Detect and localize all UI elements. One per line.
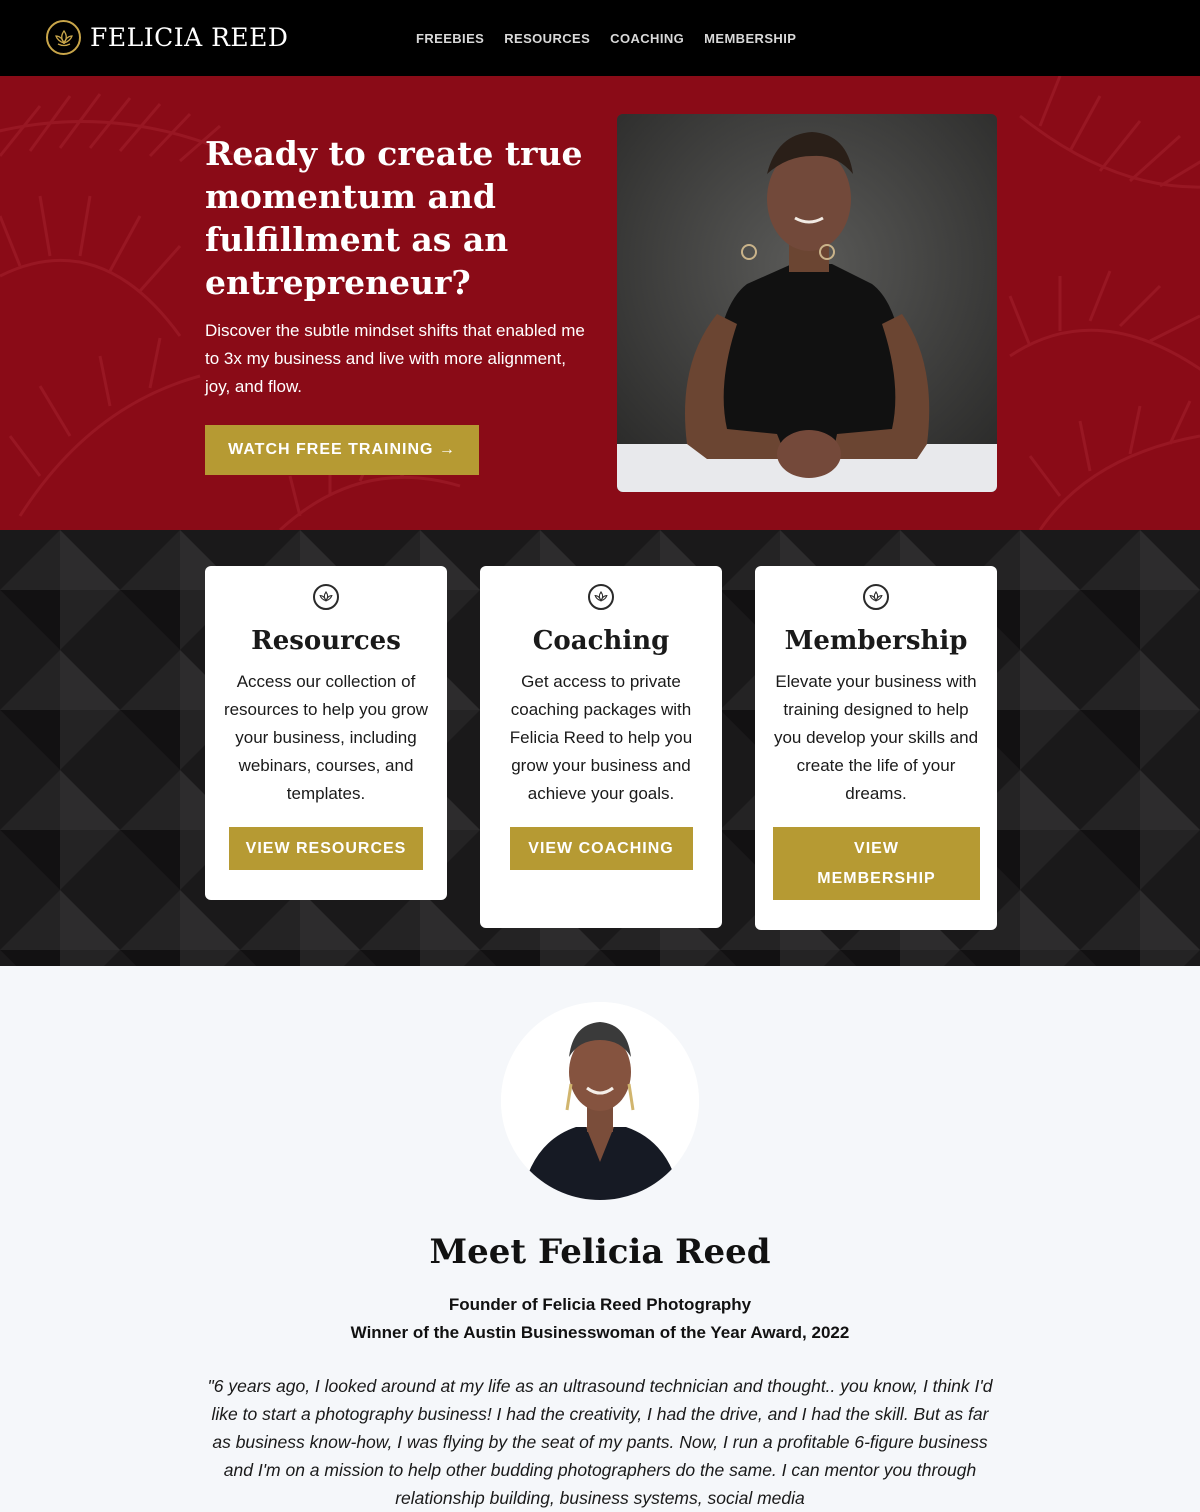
watch-training-button[interactable]: WATCH FREE TRAINING → [205,425,479,475]
lotus-icon [313,584,339,610]
membership-card: Membership Elevate your business with tr… [755,566,997,930]
resources-card: Resources Access our collection of resou… [205,566,447,900]
hero-copy: Ready to create true momentum and fulfil… [205,132,605,401]
hero-section: Ready to create true momentum and fulfil… [0,76,1200,530]
nav-freebies[interactable]: FREEBIES [416,31,484,46]
brand-name: FELICIA REED [90,23,289,52]
card-text: Get access to private coaching packages … [509,672,693,803]
nav-coaching[interactable]: COACHING [610,31,684,46]
about-credentials: Founder of Felicia Reed Photography Winn… [0,1291,1200,1347]
credential-award: Winner of the Austin Businesswoman of th… [350,1323,850,1342]
services-section: Resources Access our collection of resou… [0,530,1200,966]
coaching-card: Coaching Get access to private coaching … [480,566,722,928]
view-coaching-button[interactable]: VIEW COACHING [509,827,693,870]
card-title: Coaching [532,626,670,656]
credential-founder: Founder of Felicia Reed Photography [448,1295,752,1314]
felicia-avatar-photo [501,1002,699,1200]
view-resources-button[interactable]: VIEW RESOURCES [229,827,423,870]
card-text: Access our collection of resources to he… [223,672,429,803]
card-title: Membership [784,626,968,656]
nav-resources[interactable]: RESOURCES [504,31,590,46]
brand-logo[interactable]: FELICIA REED [46,20,288,55]
card-text: Elevate your business with training desi… [773,672,979,803]
about-section: Meet Felicia Reed Founder of Felicia Ree… [0,966,1200,1508]
hero-subtitle: Discover the subtle mindset shifts that … [205,321,585,396]
lotus-icon [863,584,889,610]
about-title: Meet Felicia Reed [429,1232,771,1272]
card-title: Resources [251,626,401,656]
site-header: FELICIA REED FREEBIES RESOURCES COACHING… [0,0,1200,76]
about-quote: "6 years ago, I looked around at my life… [207,1376,993,1508]
lotus-icon [588,584,614,610]
main-nav: FREEBIES RESOURCES COACHING MEMBERSHIP [416,31,796,46]
hero-portrait-photo [617,114,997,492]
hero-title: Ready to create true momentum and fulfil… [205,134,583,302]
view-membership-button[interactable]: VIEW MEMBERSHIP [773,827,980,900]
nav-membership[interactable]: MEMBERSHIP [704,31,796,46]
lotus-icon [46,20,81,55]
